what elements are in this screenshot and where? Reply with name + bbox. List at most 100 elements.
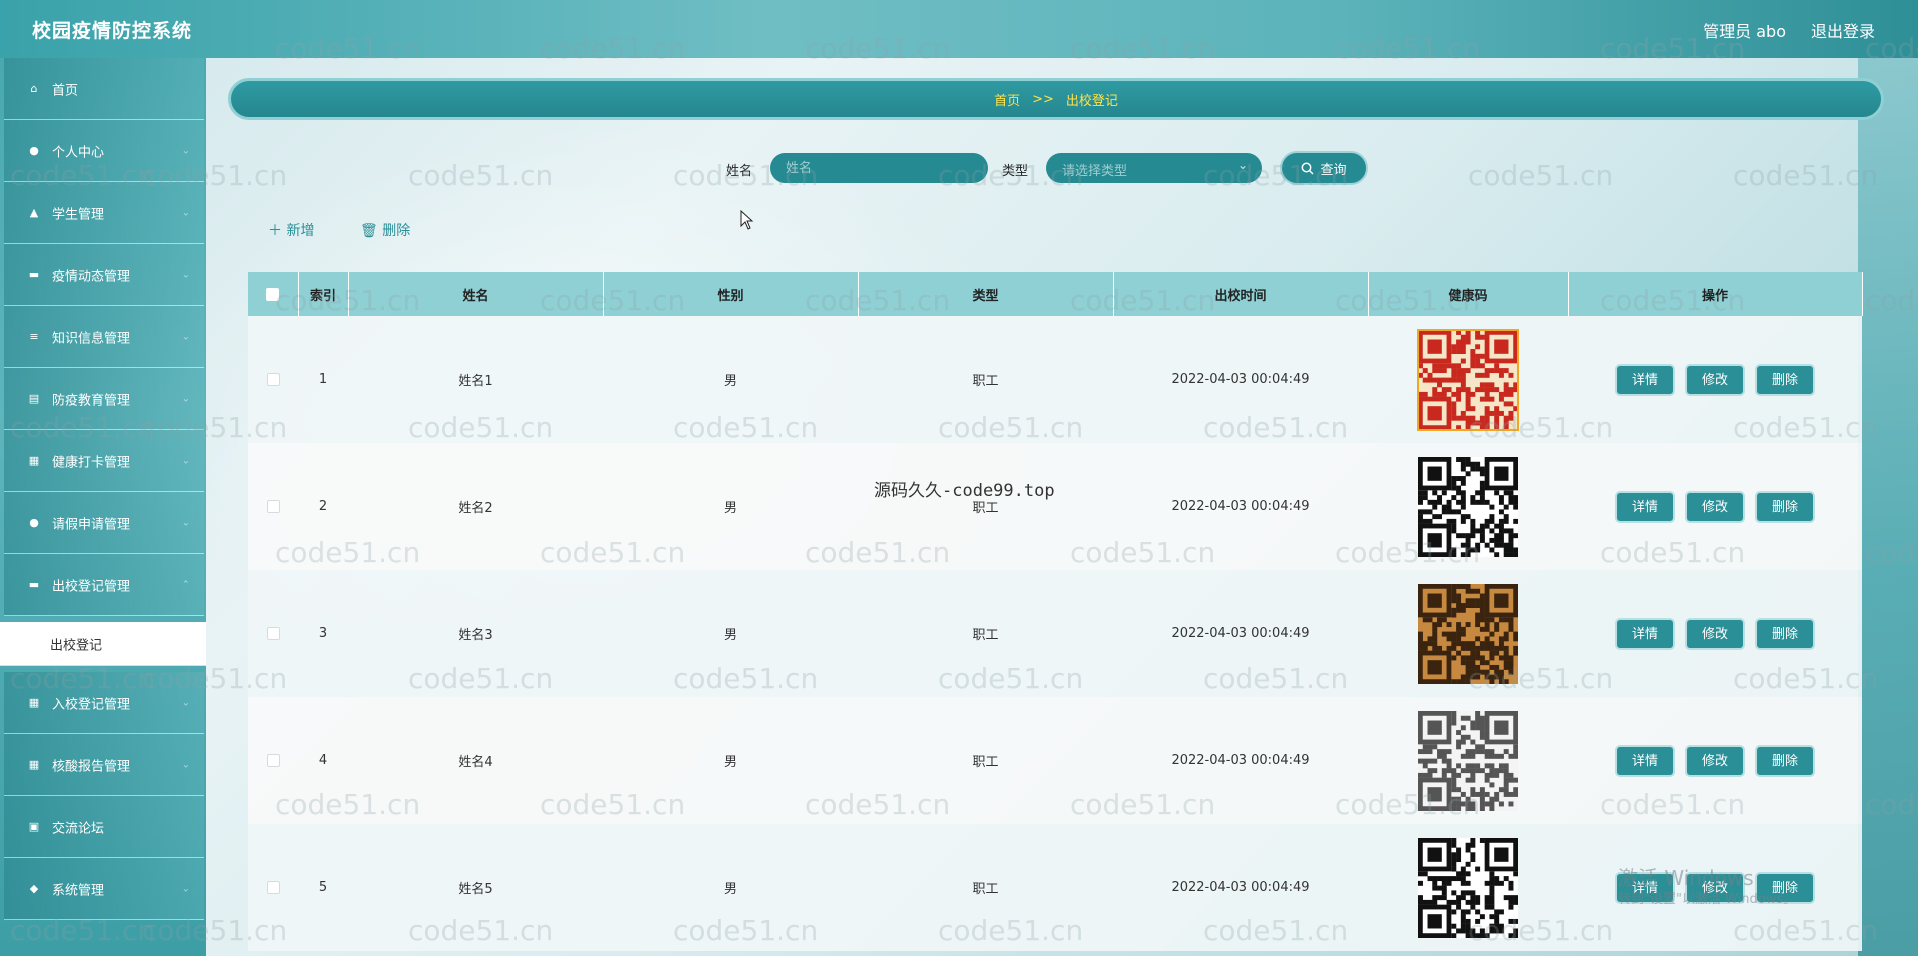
records-table: 索引 姓名 性别 类型 出校时间 健康码 操作 1 姓名1 男职工 2022-04-0… (248, 272, 1863, 951)
delete-button[interactable]: 删除 (1755, 363, 1815, 396)
health-code-image[interactable] (1418, 456, 1518, 557)
sidebar-item-label: 入校登记管理 (52, 697, 131, 712)
sidebar-item-1[interactable]: ● 个人中心 ⌄ (4, 120, 204, 182)
sidebar-item-4[interactable]: ≡ 知识信息管理 ⌄ (4, 306, 204, 368)
logout-link[interactable]: 退出登录 (1811, 18, 1875, 42)
edit-button[interactable]: 修改 (1685, 617, 1745, 650)
sidebar-item-0[interactable]: ⌂ 首页 (4, 58, 204, 120)
grid-icon: ▦ (28, 696, 40, 709)
breadcrumb: 首页 >> 出校登记 (228, 78, 1884, 120)
header-operations: 操作 (1568, 272, 1863, 316)
table-row: 1 姓名1 男 职工 2022-04-03 00:04:49 详情 修改 删除 (248, 316, 1862, 443)
sidebar-item-label: 请假申请管理 (52, 517, 131, 532)
sidebar-item-label: 系统管理 (52, 883, 105, 898)
cell-exit-time: 2022-04-03 00:04:49 (1171, 372, 1310, 387)
cell-gender: 男 (723, 755, 737, 770)
cell-type: 职工 (972, 628, 999, 643)
cell-index: 5 (318, 880, 328, 895)
cell-type: 职工 (972, 882, 999, 897)
health-code-image[interactable] (1417, 328, 1519, 431)
table-row: 3 姓名3 男 职工 2022-04-03 00:04:49 详情 修改 删除 (248, 570, 1862, 697)
cell-operations: 详情 修改 删除 (1568, 570, 1862, 697)
cell-index: 3 (318, 626, 328, 641)
query-button[interactable]: 查询 (1280, 151, 1368, 185)
sidebar-item-label: 个人中心 (52, 145, 105, 160)
grid-icon: ▦ (28, 454, 40, 467)
sidebar-item-after-0[interactable]: ▦ 入校登记管理 ⌄ (4, 672, 204, 734)
row-checkbox[interactable] (266, 373, 280, 386)
chevron-icon: ⌄ (181, 883, 190, 894)
thumb-icon: ▲ (29, 206, 39, 219)
row-checkbox[interactable] (266, 627, 280, 640)
breadcrumb-home[interactable]: 首页 (994, 90, 1020, 109)
edit-button[interactable]: 修改 (1685, 363, 1745, 396)
sidebar-item-after-2[interactable]: ▣ 交流论坛 (4, 796, 204, 858)
add-button[interactable]: ＋ 新增 (268, 220, 314, 240)
sidebar-item-label: 防疫教育管理 (52, 393, 131, 408)
sidebar-subitem-active[interactable]: 出校登记 (0, 622, 206, 666)
cell-gender: 男 (723, 882, 737, 897)
cell-name: 姓名5 (458, 882, 493, 897)
table-row: 2 姓名2 男 职工 2022-04-03 00:04:49 详情 修改 删除 (248, 443, 1862, 570)
grid-icon: ▦ (28, 758, 40, 771)
cell-operations: 详情 修改 删除 (1568, 316, 1862, 443)
table-row: 4 姓名4 男 职工 2022-04-03 00:04:49 详情 修改 删除 (248, 697, 1862, 824)
chevron-down-icon: ⌄ (1237, 158, 1248, 172)
header-gender: 性别 (603, 272, 859, 316)
home-icon: ⌂ (30, 82, 38, 95)
row-checkbox[interactable] (266, 881, 280, 894)
detail-button[interactable]: 详情 (1615, 363, 1675, 396)
chevron-icon: ⌄ (181, 455, 190, 466)
name-search-input[interactable] (770, 153, 988, 183)
health-code-image[interactable] (1418, 710, 1518, 811)
detail-button[interactable]: 详情 (1615, 744, 1675, 777)
header-exit-time: 出校时间 (1113, 272, 1369, 316)
cell-operations: 详情 修改 删除 (1568, 443, 1862, 570)
health-code-image[interactable] (1418, 583, 1518, 684)
sidebar-item-5[interactable]: ▤ 防疫教育管理 ⌄ (4, 368, 204, 430)
delete-button[interactable]: 删除 (1755, 744, 1815, 777)
chevron-icon: ⌃ (181, 579, 190, 590)
sidebar-item-after-3[interactable]: ◆ 系统管理 ⌄ (4, 858, 204, 920)
edit-button[interactable]: 修改 (1685, 744, 1745, 777)
monitor-icon: ▬ (28, 268, 40, 281)
chevron-icon: ⌄ (181, 517, 190, 528)
type-select-placeholder: 请选择类型 (1062, 164, 1128, 179)
type-select[interactable]: 请选择类型 ⌄ (1046, 153, 1262, 183)
sidebar-item-after-1[interactable]: ▦ 核酸报告管理 ⌄ (4, 734, 204, 796)
row-checkbox[interactable] (266, 500, 280, 513)
cell-exit-time: 2022-04-03 00:04:49 (1171, 880, 1310, 895)
sidebar-item-8[interactable]: ▬ 出校登记管理 ⌃ (4, 554, 204, 616)
list-icon: ≡ (29, 330, 39, 343)
chevron-icon: ⌄ (181, 269, 190, 280)
sidebar-item-label: 健康打卡管理 (52, 455, 131, 470)
sidebar-item-7[interactable]: ● 请假申请管理 ⌄ (4, 492, 204, 554)
cell-gender: 男 (723, 628, 737, 643)
batch-delete-button[interactable]: 🗑 删除 (360, 220, 410, 240)
health-code-image[interactable] (1418, 837, 1518, 938)
user-icon: ● (29, 516, 39, 529)
sidebar-item-label: 知识信息管理 (52, 331, 131, 346)
detail-button[interactable]: 详情 (1615, 490, 1675, 523)
sidebar-item-3[interactable]: ▬ 疫情动态管理 ⌄ (4, 244, 204, 306)
header-index: 索引 (298, 272, 349, 316)
delete-button[interactable]: 删除 (1755, 490, 1815, 523)
delete-button[interactable]: 删除 (1755, 617, 1815, 650)
search-icon (1302, 162, 1315, 175)
batch-delete-label: 删除 (382, 223, 411, 239)
app-title: 校园疫情防控系统 (32, 20, 193, 42)
add-button-label: 新增 (286, 223, 315, 239)
edit-button[interactable]: 修改 (1685, 490, 1745, 523)
sidebar-item-2[interactable]: ▲ 学生管理 ⌄ (4, 182, 204, 244)
sidebar-item-label: 疫情动态管理 (52, 269, 131, 284)
sidebar-item-6[interactable]: ▦ 健康打卡管理 ⌄ (4, 430, 204, 492)
plus-icon: ＋ (268, 223, 282, 239)
detail-button[interactable]: 详情 (1615, 617, 1675, 650)
sidebar: ⌂ 首页 ● 个人中心 ⌄ ▲ 学生管理 ⌄ ▬ 疫情动态管理 ⌄ ≡ 知识信息管理 ⌄ ▤ 防疫教育管理 ⌄ ▦… (0, 58, 206, 956)
sidebar-item-label: 学生管理 (52, 207, 105, 222)
chevron-icon: ⌄ (181, 145, 190, 156)
cell-exit-time: 2022-04-03 00:04:49 (1171, 626, 1310, 641)
select-all-checkbox[interactable] (266, 287, 280, 301)
row-checkbox[interactable] (266, 754, 280, 767)
sidebar-subitem-label: 出校登记 (50, 638, 103, 653)
